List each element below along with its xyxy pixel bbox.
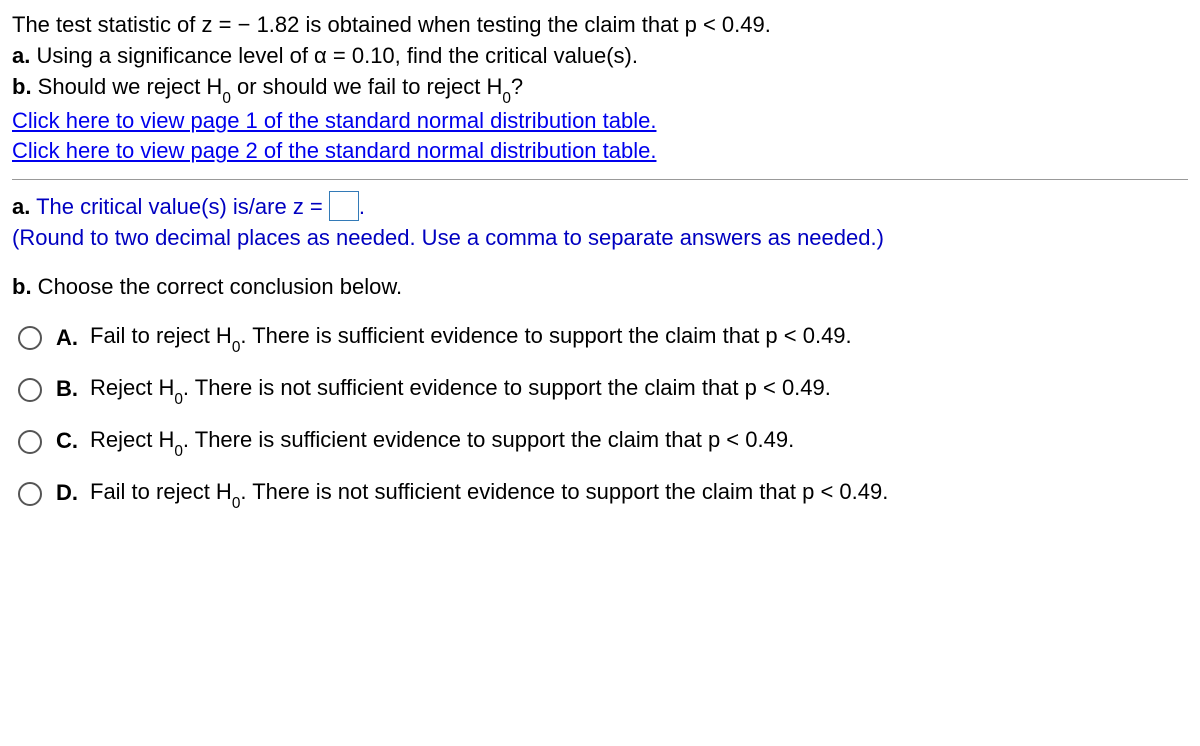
choice-c-row[interactable]: C. Reject H0. There is sufficient eviden… [18, 425, 1188, 459]
critical-value-input[interactable] [329, 191, 359, 221]
part-b-block: b. Choose the correct conclusion below. [12, 272, 1188, 303]
intro-line-3: b. Should we reject H0 or should we fail… [12, 72, 1188, 106]
subscript-0: 0 [232, 339, 241, 356]
choice-text: Reject H0. There is sufficient evidence … [90, 425, 794, 459]
intro-line-2: a. Using a significance level of α = 0.1… [12, 41, 1188, 72]
radio-c[interactable] [18, 430, 42, 454]
text: Fail to reject H [90, 323, 232, 348]
subscript-0: 0 [222, 90, 231, 107]
subscript-0: 0 [232, 495, 241, 512]
text: Using a significance level of α = 0.10, … [30, 43, 638, 68]
radio-d[interactable] [18, 482, 42, 506]
choice-d-row[interactable]: D. Fail to reject H0. There is not suffi… [18, 477, 1188, 511]
intro-line-1: The test statistic of z = − 1.82 is obta… [12, 10, 1188, 41]
part-a-hint: (Round to two decimal places as needed. … [12, 223, 1188, 254]
choice-text: Reject H0. There is not sufficient evide… [90, 373, 831, 407]
text: or should we fail to reject H [231, 74, 502, 99]
text: Should we reject H [32, 74, 223, 99]
text: Choose the correct conclusion below. [32, 274, 403, 299]
question-intro: The test statistic of z = − 1.82 is obta… [12, 10, 1188, 167]
choice-letter: A. [56, 323, 80, 354]
radio-a[interactable] [18, 326, 42, 350]
text: . There is sufficient evidence to suppor… [183, 427, 794, 452]
text: ? [511, 74, 523, 99]
minus-sign: − [238, 12, 251, 37]
text: The test statistic of z = [12, 12, 238, 37]
part-b-label: b. [12, 74, 32, 99]
choice-b-row[interactable]: B. Reject H0. There is not sufficient ev… [18, 373, 1188, 407]
text: . There is not sufficient evidence to su… [240, 479, 888, 504]
text: The critical value(s) is/are z = [30, 194, 329, 219]
part-a-label: a. [12, 43, 30, 68]
text: Fail to reject H [90, 479, 232, 504]
subscript-0: 0 [174, 443, 183, 460]
choice-text: Fail to reject H0. There is not sufficie… [90, 477, 888, 511]
choice-letter: B. [56, 374, 80, 405]
text: . There is not sufficient evidence to su… [183, 375, 831, 400]
subscript-0: 0 [502, 90, 511, 107]
part-a-prompt: a. The critical value(s) is/are z = . [12, 192, 1188, 223]
choice-letter: C. [56, 426, 80, 457]
text: . [359, 194, 365, 219]
choice-letter: D. [56, 478, 80, 509]
multiple-choice-list: A. Fail to reject H0. There is sufficien… [18, 321, 1188, 511]
part-a-label: a. [12, 194, 30, 219]
text: . There is sufficient evidence to suppor… [240, 323, 851, 348]
divider [12, 179, 1188, 180]
radio-b[interactable] [18, 378, 42, 402]
text: Reject H [90, 427, 174, 452]
subscript-0: 0 [174, 391, 183, 408]
choice-a-row[interactable]: A. Fail to reject H0. There is sufficien… [18, 321, 1188, 355]
text: 1.82 is obtained when testing the claim … [250, 12, 770, 37]
choice-text: Fail to reject H0. There is sufficient e… [90, 321, 852, 355]
part-b-label: b. [12, 274, 32, 299]
part-a-block: a. The critical value(s) is/are z = . (R… [12, 192, 1188, 254]
text: Reject H [90, 375, 174, 400]
link-table-page-2[interactable]: Click here to view page 2 of the standar… [12, 136, 1188, 167]
link-table-page-1[interactable]: Click here to view page 1 of the standar… [12, 106, 1188, 137]
